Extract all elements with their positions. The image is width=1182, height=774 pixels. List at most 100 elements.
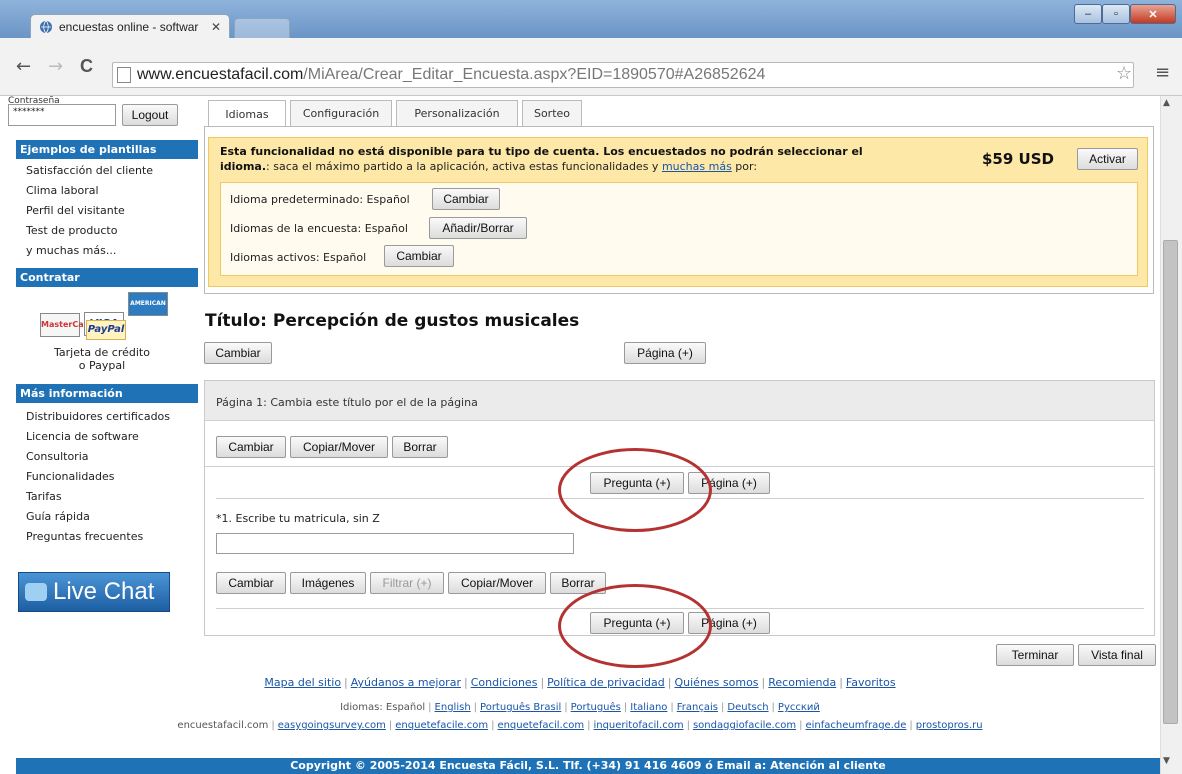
url-path: /MiArea/Crear_Editar_Encuesta.aspx?EID=1… [303,66,766,83]
live-chat-label: Live Chat [53,578,155,605]
copy-move-page-button[interactable]: Copiar/Mover [290,436,388,458]
finish-button[interactable]: Terminar [996,644,1074,666]
bookmark-star-icon[interactable]: ☆ [1116,63,1132,84]
sidebar-item-product-test[interactable]: Test de producto [26,224,117,237]
reload-icon[interactable]: C [80,56,93,77]
change-active-languages-button[interactable]: Cambiar [384,245,454,267]
lang-italian[interactable]: Italiano [630,702,667,713]
activate-button[interactable]: Activar [1077,148,1138,170]
logout-button[interactable]: Logout [122,104,178,126]
scrollbar-thumb[interactable] [1163,240,1178,724]
templates-heading: Ejemplos de plantillas [16,140,198,159]
annotation-circle [558,448,712,532]
scroll-down-icon[interactable]: ▼ [1163,756,1170,766]
tab-languages[interactable]: Idiomas [208,100,286,127]
sidebar-item-more-templates[interactable]: y muchas más... [26,244,116,257]
footer-link-sitemap[interactable]: Mapa del sitio [264,676,341,689]
browser-menu-icon[interactable]: ≡ [1155,62,1170,83]
footer-link-help-improve[interactable]: Ayúdanos a mejorar [351,676,461,689]
page-icon [117,67,131,83]
domain-encuestafacil[interactable]: encuestafacil.com [177,720,268,731]
contract-heading: Contratar [16,268,198,287]
card-text: Tarjeta de crédito o Paypal [30,346,174,372]
tab-configuration[interactable]: Configuración [290,100,392,126]
card-text-line1: Tarjeta de crédito [54,346,150,359]
lang-french[interactable]: Français [677,702,718,713]
domain-enquetefacil[interactable]: enquetefacil.com [497,720,584,731]
footer-link-privacy[interactable]: Política de privacidad [547,676,665,689]
sidebar-item-consulting[interactable]: Consultoria [26,450,89,463]
tab-draw[interactable]: Sorteo [522,100,582,126]
domain-enquetefacile[interactable]: enquetefacile.com [395,720,488,731]
copyright-bar: Copyright © 2005-2014 Encuesta Fácil, S.… [16,758,1160,774]
sidebar-item-quick-guide[interactable]: Guía rápida [26,510,90,523]
page-header-title: Página 1: Cambia este título por el de l… [216,396,478,409]
forward-arrow-icon[interactable]: → [48,56,63,77]
images-button[interactable]: Imágenes [290,572,366,594]
footer-links: Mapa del sitio | Ayúdanos a mejorar | Condic… [264,676,896,689]
tab-close-icon[interactable]: ✕ [211,20,221,34]
chat-bubble-icon [25,583,47,601]
domain-easygoingsurvey[interactable]: easygoingsurvey.com [278,720,386,731]
mastercard-logo: MasterCard [40,313,93,337]
survey-title: Título: Percepción de gustos musicales [205,311,580,331]
filter-button[interactable]: Filtrar (+) [370,572,444,594]
more-info-heading: Más información [16,384,198,403]
change-page-button[interactable]: Cambiar [216,436,286,458]
minimize-button[interactable]: – [1074,4,1102,24]
footer-link-recommend[interactable]: Recomienda [768,676,836,689]
sidebar-item-pricing[interactable]: Tarifas [26,490,62,503]
url-host: www.encuestafacil.com [137,66,304,83]
question-answer-input[interactable] [216,533,574,554]
domain-sondaggiofacile[interactable]: sondaggiofacile.com [693,720,796,731]
tab-title: encuestas online - softwar [59,19,199,34]
live-chat-button[interactable]: Live Chat [18,572,170,612]
domain-prostopros[interactable]: prostopros.ru [916,720,983,731]
back-arrow-icon[interactable]: ← [16,56,31,77]
change-title-button[interactable]: Cambiar [204,342,272,364]
sidebar-item-features[interactable]: Funcionalidades [26,470,115,483]
tab-personalization[interactable]: Personalización [396,100,518,126]
upgrade-notice-text: Esta funcionalidad no está disponible pa… [220,145,863,173]
browser-tab[interactable]: encuestas online - softwar ✕ [30,14,230,38]
default-language-label: Idioma predeterminado: Español [230,193,410,206]
domain-inqueritofacil[interactable]: inqueritofacil.com [593,720,683,731]
question-text: *1. Escribe tu matricula, sin Z [216,512,380,525]
new-tab-button[interactable] [234,18,290,38]
add-page-button[interactable]: Página (+) [624,342,706,364]
price: $59 USD [982,150,1054,168]
address-bar[interactable]: www.encuestafacil.com/MiArea/Crear_Edita… [112,62,1134,88]
sidebar-item-customer-satisfaction[interactable]: Satisfacción del cliente [26,164,153,177]
close-window-button[interactable]: ✕ [1130,4,1176,24]
lang-english[interactable]: English [435,702,471,713]
sidebar-item-visitor-profile[interactable]: Perfil del visitante [26,204,125,217]
sidebar-item-faq[interactable]: Preguntas frecuentes [26,530,143,543]
footer-languages: Idiomas: Español | English | Português Brasi… [340,702,820,713]
active-languages-label: Idiomas activos: Español [230,251,367,264]
sidebar-item-distributors[interactable]: Distribuidores certificados [26,410,170,423]
footer-link-terms[interactable]: Condiciones [471,676,538,689]
change-question-button[interactable]: Cambiar [216,572,286,594]
paypal-logo: PayPal [86,320,126,340]
sidebar-item-license[interactable]: Licencia de software [26,430,139,443]
maximize-button[interactable]: ▫ [1102,4,1130,24]
lang-german[interactable]: Deutsch [727,702,768,713]
copy-move-question-button[interactable]: Copiar/Mover [448,572,546,594]
preview-button[interactable]: Vista final [1078,644,1156,666]
amex-logo: AMERICAN EXPRESS [128,292,168,329]
sidebar-item-work-climate[interactable]: Clima laboral [26,184,99,197]
lang-portuguese[interactable]: Português [571,702,621,713]
globe-icon [40,20,52,33]
domain-einfacheumfrage[interactable]: einfacheumfrage.de [805,720,906,731]
add-remove-languages-button[interactable]: Añadir/Borrar [429,217,527,239]
lang-russian[interactable]: Русский [778,702,820,713]
footer-link-favorites[interactable]: Favoritos [846,676,896,689]
change-default-language-button[interactable]: Cambiar [432,188,500,210]
scroll-up-icon[interactable]: ▲ [1163,98,1170,108]
more-features-link[interactable]: muchas más [662,160,732,173]
footer-link-about[interactable]: Quiénes somos [674,676,758,689]
lang-portuguese-brazil[interactable]: Português Brasil [480,702,561,713]
password-field[interactable]: ******* [8,104,116,126]
current-language: Español [385,702,426,713]
delete-page-button[interactable]: Borrar [392,436,448,458]
